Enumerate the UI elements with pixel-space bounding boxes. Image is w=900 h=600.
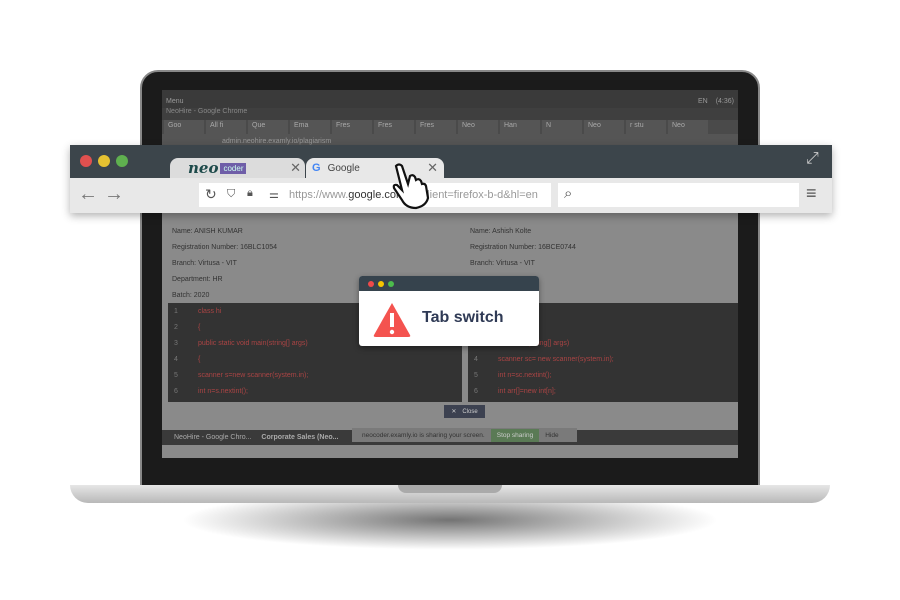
shield-icon: ⛉ [227, 188, 236, 200]
line-number: 6 [174, 387, 178, 395]
maximize-dot-icon [388, 280, 394, 287]
line-number: 2 [174, 323, 178, 331]
candidate-1-info: Name: ANISH KUMAR Registration Number: 1… [172, 224, 277, 304]
browser-window: neo coder ✕ G Google ✕ ⤢ ← → ↻ ⛉ 🔒︎ ⚌ ht… [70, 145, 832, 213]
candidate-name: Name: ANISH KUMAR [172, 228, 243, 235]
coder-badge: coder [220, 162, 247, 174]
permissions-icon: ⚌ [269, 189, 279, 201]
screen-share-banner: neocoder.examly.io is sharing your scree… [352, 428, 577, 442]
background-tab[interactable]: Goo [164, 120, 204, 134]
tab-title: Google [327, 162, 360, 174]
candidate-dept: Department: HR [172, 276, 223, 283]
close-button[interactable]: ✕ Close [444, 405, 485, 418]
code-text: int arr[]=new int[n]; [498, 387, 556, 395]
minimize-dot-icon [378, 280, 384, 287]
line-number: 6 [474, 387, 478, 395]
background-tab[interactable]: Han [500, 120, 540, 134]
hide-button[interactable]: Hide [539, 432, 558, 439]
candidate-2-info: Name: Ashish Kolte Registration Number: … [470, 224, 576, 272]
background-tab[interactable]: Ema [290, 120, 330, 134]
code-text: public static void main(string[] args) [198, 339, 308, 347]
background-tab[interactable]: All fi [206, 120, 246, 134]
code-text: scanner s=new scanner(system.in); [198, 371, 309, 379]
share-text: neocoder.examly.io is sharing your scree… [362, 431, 485, 439]
menu-button[interactable]: Menu [166, 98, 184, 105]
minimize-window-icon[interactable] [98, 155, 110, 167]
reload-icon[interactable]: ↻ [205, 186, 217, 203]
close-dot-icon [368, 280, 374, 287]
candidate-branch: Branch: Virtusa - VIT [172, 260, 237, 267]
url-prefix: https://www. [289, 189, 349, 201]
background-tab[interactable]: Neo [668, 120, 708, 134]
candidate-reg: Registration Number: 16BLC1054 [172, 244, 278, 251]
neo-logo: neo [188, 159, 219, 177]
stop-sharing-button[interactable]: Stop sharing [490, 428, 540, 442]
code-line: 4 scanner sc= new scanner(system.in); [468, 351, 738, 367]
forward-icon[interactable]: → [104, 183, 124, 206]
close-label: Close [462, 408, 478, 415]
back-icon[interactable]: ← [78, 183, 98, 206]
hand-cursor-icon [392, 163, 430, 210]
taskbar-item[interactable]: Corporate Sales (Neo... [261, 434, 338, 441]
background-tab[interactable]: N [542, 120, 582, 134]
taskbar-item[interactable]: NeoHire - Google Chro... [174, 434, 251, 441]
code-line: 5 scanner s=new scanner(system.in); [168, 367, 462, 383]
line-number: 4 [174, 355, 178, 363]
google-g-icon: G [312, 162, 321, 174]
background-tab[interactable]: Neo [584, 120, 624, 134]
browser-tabbar: neo coder ✕ G Google ✕ ⤢ [70, 145, 832, 178]
clock: (4:36) [715, 97, 734, 105]
line-number: 5 [174, 371, 178, 379]
code-line: 5 int n=sc.nextint(); [468, 367, 738, 383]
search-box[interactable]: ⌕ [558, 183, 799, 207]
line-number: 5 [474, 371, 478, 379]
candidate-branch: Branch: Virtusa - VIT [470, 260, 535, 267]
lock-icon: 🔒︎ [247, 187, 253, 199]
dialog-titlebar [359, 276, 539, 291]
hamburger-menu-icon[interactable]: ≡ [806, 183, 817, 204]
code-text: int n=sc.nextint(); [498, 371, 552, 379]
code-text: int n=s.nextint(); [198, 387, 248, 395]
background-tab[interactable]: Fres [374, 120, 414, 134]
tab-neocoder[interactable]: neo coder ✕ [170, 158, 305, 178]
code-text: class hi [198, 307, 222, 315]
fullscreen-icon[interactable]: ⤢ [806, 150, 819, 168]
code-text: { [198, 355, 201, 363]
close-window-icon[interactable] [80, 155, 92, 167]
window-title: NeoHire - Google Chrome [162, 108, 738, 120]
background-tab-strip: Goo All fi Que Ema Fres Fres Fres Neo Han N Neo r s… [162, 120, 738, 134]
tab-switch-dialog: Tab switch [359, 276, 539, 346]
close-tab-icon[interactable]: ✕ [290, 160, 301, 176]
close-icon: ✕ [451, 409, 457, 415]
code-line: 6 int n=s.nextint(); [168, 383, 462, 399]
maximize-window-icon[interactable] [116, 155, 128, 167]
dialog-title: Tab switch [422, 309, 504, 326]
code-text: { [198, 323, 201, 331]
warning-triangle-icon [373, 303, 411, 337]
background-tab[interactable]: r stu [626, 120, 666, 134]
laptop-notch [398, 485, 502, 493]
url-bar[interactable]: ↻ ⛉ 🔒︎ ⚌ https://www. google.com/?&client… [199, 183, 551, 207]
candidate-name: Name: Ashish Kolte [470, 228, 532, 235]
line-number: 1 [174, 307, 178, 315]
code-line: 6 int arr[]=new int[n]; [468, 383, 738, 399]
code-line: 4{ [168, 351, 462, 367]
code-text: scanner sc= new scanner(system.in); [498, 355, 614, 363]
background-tab[interactable]: Fres [332, 120, 372, 134]
background-tab[interactable]: Neo [458, 120, 498, 134]
background-tab[interactable]: Que [248, 120, 288, 134]
background-tab[interactable]: Fres [416, 120, 456, 134]
candidate-batch: Batch: 2020 [172, 292, 210, 299]
language-indicator: EN [697, 97, 708, 105]
line-number: 3 [174, 339, 178, 347]
search-icon: ⌕ [564, 185, 573, 202]
line-number: 4 [474, 355, 478, 363]
candidate-reg: Registration Number: 16BCE0744 [470, 244, 576, 251]
